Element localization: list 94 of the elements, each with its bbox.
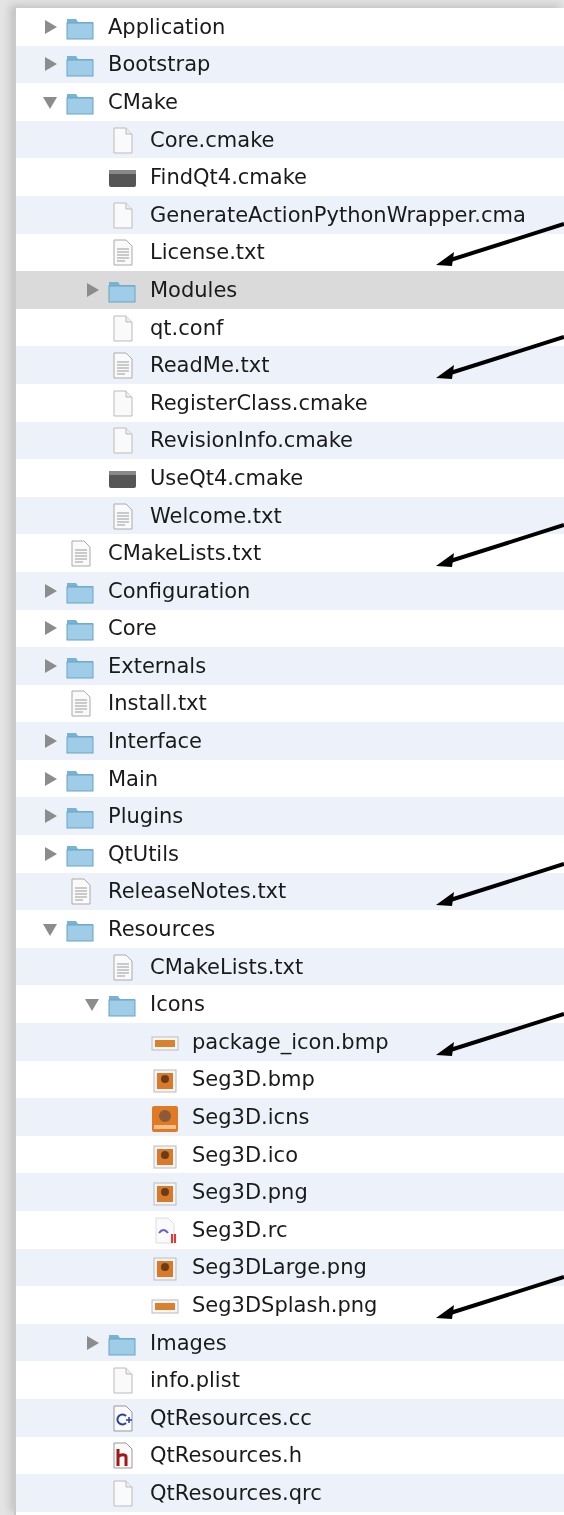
file-name: Images — [150, 1330, 227, 1355]
file-row[interactable]: Welcome.txt — [16, 496, 564, 535]
file-row[interactable]: QtResources.qrc — [16, 1474, 564, 1512]
file-name: Configuration — [108, 578, 251, 603]
file-row[interactable]: ReleaseNotes.txt — [16, 872, 564, 911]
file-row[interactable]: Seg3D.rc — [16, 1211, 564, 1249]
expand-triangle-icon[interactable] — [42, 733, 58, 750]
file-name: Core — [108, 616, 157, 641]
file-name: GenerateActionPythonWrapper.cma — [150, 202, 526, 227]
expand-triangle-icon[interactable] — [42, 657, 58, 674]
file-name: Seg3D.png — [192, 1180, 308, 1205]
expand-triangle-icon[interactable] — [42, 56, 58, 73]
file-row[interactable]: Seg3D.png — [16, 1173, 564, 1211]
file-row[interactable]: Interface — [16, 722, 564, 760]
file-name: QtResources.cc — [150, 1405, 312, 1430]
file-name: FindQt4.cmake — [150, 165, 308, 190]
file-row[interactable]: Modules — [16, 271, 564, 309]
file-name: Application — [108, 14, 226, 39]
file-row[interactable]: QtResources.cc — [16, 1398, 564, 1437]
file-row[interactable]: Externals — [16, 647, 564, 685]
file-row[interactable]: Icons — [16, 985, 564, 1024]
file-row[interactable]: Core — [16, 609, 564, 648]
file-row[interactable]: Seg3D.bmp — [16, 1060, 564, 1099]
file-name: Modules — [150, 277, 238, 302]
file-row[interactable]: Seg3D.icns — [16, 1098, 564, 1136]
file-name: Seg3D.bmp — [192, 1067, 315, 1092]
collapse-triangle-icon[interactable] — [84, 996, 100, 1013]
collapse-triangle-icon[interactable] — [42, 921, 58, 938]
file-name: CMakeLists.txt — [108, 541, 262, 566]
file-row[interactable]: Seg3DLarge.png — [16, 1248, 564, 1287]
file-name: package_icon.bmp — [192, 1029, 389, 1054]
file-name: Seg3D.icns — [192, 1105, 310, 1129]
file-row[interactable]: GenerateActionPythonWrapper.cma — [16, 195, 564, 234]
expand-triangle-icon[interactable] — [42, 620, 58, 637]
file-name: Bootstrap — [108, 52, 211, 77]
expand-triangle-icon[interactable] — [42, 770, 58, 787]
file-name: Resources — [108, 917, 216, 942]
file-row[interactable]: Seg3DSplash.png — [16, 1286, 564, 1324]
file-row[interactable]: Main — [16, 759, 564, 798]
file-row[interactable]: RevisionInfo.cmake — [16, 421, 564, 460]
file-row[interactable]: Core.cmake — [16, 120, 564, 159]
file-name: Install.txt — [108, 691, 207, 716]
file-row[interactable]: UseQt4.cmake — [16, 459, 564, 497]
file-row[interactable]: Plugins — [16, 797, 564, 836]
file-name: QtResources.qrc — [150, 1480, 322, 1505]
expand-triangle-icon[interactable] — [42, 582, 58, 599]
file-name: CMakeLists.txt — [150, 954, 304, 979]
file-row[interactable]: Install.txt — [16, 684, 564, 723]
file-row[interactable]: Configuration — [16, 571, 564, 610]
file-name: Interface — [108, 729, 203, 754]
file-name: UseQt4.cmake — [150, 465, 304, 490]
file-row[interactable]: package_icon.bmp — [16, 1023, 564, 1061]
file-row[interactable]: info.plist — [16, 1361, 564, 1399]
collapse-triangle-icon[interactable] — [42, 94, 58, 110]
file-row[interactable]: RegisterClass.cmake — [16, 383, 564, 422]
file-name: ReadMe.txt — [150, 353, 270, 378]
expand-triangle-icon[interactable] — [42, 845, 58, 862]
file-name: RevisionInfo.cmake — [150, 428, 354, 453]
file-name: Seg3DLarge.png — [192, 1255, 367, 1280]
file-name: Core.cmake — [150, 127, 275, 152]
file-name: Externals — [108, 653, 207, 678]
expand-triangle-icon[interactable] — [84, 1334, 100, 1351]
expand-triangle-icon[interactable] — [42, 808, 58, 825]
file-name: ReleaseNotes.txt — [108, 879, 287, 904]
file-name: Main — [108, 766, 159, 791]
expand-triangle-icon[interactable] — [84, 281, 100, 298]
file-row[interactable]: Resources — [16, 910, 564, 948]
file-row[interactable]: CMakeLists.txt — [16, 534, 564, 572]
file-name: Seg3D.ico — [192, 1142, 298, 1167]
file-name: qt.conf — [150, 315, 224, 340]
file-name: Welcome.txt — [150, 503, 282, 528]
file-name: CMake — [108, 90, 178, 114]
expand-triangle-icon[interactable] — [42, 18, 58, 35]
file-row[interactable]: Images — [16, 1323, 564, 1362]
file-row[interactable]: FindQt4.cmake — [16, 158, 564, 196]
file-row[interactable]: qt.conf — [16, 308, 564, 347]
file-name: Seg3DSplash.png — [192, 1293, 378, 1317]
file-row[interactable]: QtResources.h — [16, 1436, 564, 1475]
file-name: Icons — [150, 992, 205, 1017]
file-name: QtUtils — [108, 841, 179, 866]
file-name: Plugins — [108, 804, 184, 829]
file-name: QtResources.h — [150, 1443, 302, 1468]
file-row[interactable]: QtUtils — [16, 835, 564, 873]
file-row[interactable]: Bootstrap — [16, 45, 564, 84]
file-row[interactable]: Application — [16, 8, 564, 46]
file-name: info.plist — [150, 1368, 240, 1393]
file-name: License.txt — [150, 240, 265, 265]
file-row[interactable]: Seg3D.ico — [16, 1135, 564, 1174]
file-row[interactable]: License.txt — [16, 233, 564, 272]
file-row[interactable]: ReadMe.txt — [16, 346, 564, 384]
file-row[interactable]: CMake — [16, 83, 564, 121]
file-row[interactable]: CMakeLists.txt — [16, 947, 564, 986]
file-name: RegisterClass.cmake — [150, 390, 368, 415]
file-name: Seg3D.rc — [192, 1217, 288, 1242]
